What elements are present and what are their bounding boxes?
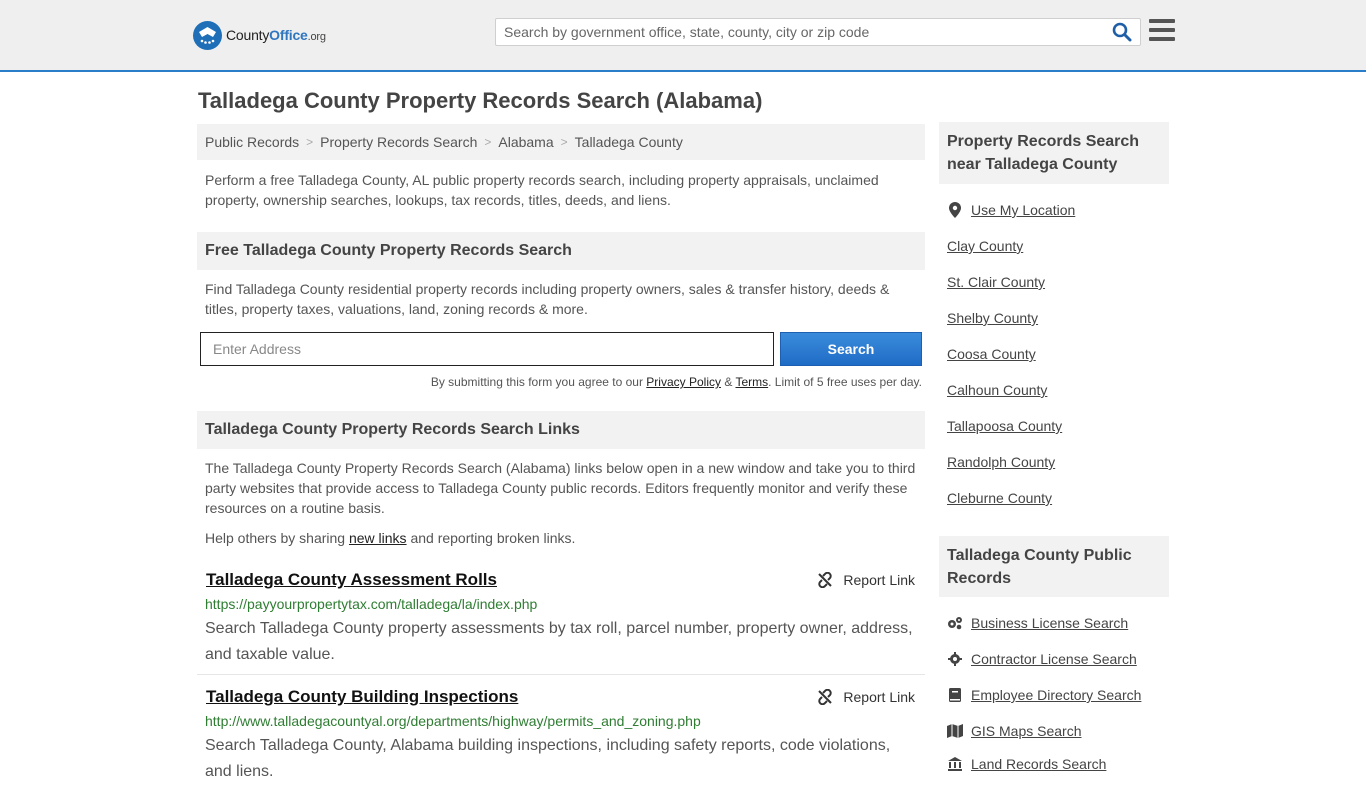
public-record-link[interactable]: Contractor License Search [971, 651, 1137, 667]
address-search-button[interactable]: Search [780, 332, 922, 366]
site-search [495, 18, 1141, 46]
nearby-county-item[interactable]: Tallapoosa County [947, 418, 1062, 434]
nearby-county-link[interactable]: Coosa County [947, 346, 1036, 362]
nearby-county-link[interactable]: Clay County [947, 238, 1023, 254]
nearby-county-item[interactable]: Calhoun County [947, 382, 1047, 398]
public-record-link[interactable]: Land Records Search [971, 756, 1106, 772]
broken-link-icon [818, 689, 833, 705]
nearby-county-item[interactable]: Coosa County [947, 346, 1036, 362]
public-record-link[interactable]: GIS Maps Search [971, 723, 1082, 739]
help-text-post: and reporting broken links. [410, 530, 576, 546]
divider [197, 674, 925, 675]
list-item: Talladega County Building Inspections Re… [197, 687, 925, 780]
map-icon [947, 723, 963, 739]
disclaimer-limit-text: . Limit of 5 free uses per day. [768, 375, 922, 389]
nearby-county-link[interactable]: Shelby County [947, 310, 1038, 326]
broken-link-icon [818, 572, 833, 588]
gears-icon [947, 615, 963, 631]
breadcrumb-separator: > [560, 135, 568, 149]
breadcrumb-separator: > [306, 135, 314, 149]
report-link-button[interactable]: Report Link [817, 572, 915, 588]
public-record-item[interactable]: GIS Maps Search [947, 723, 1082, 739]
breadcrumb-talladega-county[interactable]: Talladega County [575, 134, 683, 150]
site-search-input[interactable] [496, 19, 1096, 45]
public-record-item[interactable]: Land Records Search [947, 756, 1106, 772]
nearby-county-item[interactable]: Shelby County [947, 310, 1038, 326]
nearby-county-item[interactable]: St. Clair County [947, 274, 1045, 290]
list-item: Talladega County Assessment Rolls Report… [197, 570, 925, 674]
logo-seal-icon [193, 20, 222, 50]
new-links-link[interactable]: new links [349, 530, 407, 546]
nearby-county-item[interactable]: Randolph County [947, 454, 1055, 470]
links-section-description: The Talladega County Property Records Se… [205, 460, 916, 516]
help-text: Help others by sharing new links and rep… [205, 528, 917, 548]
site-logo[interactable]: CountyOffice.org [193, 20, 326, 50]
nearby-county-link[interactable]: Calhoun County [947, 382, 1047, 398]
public-record-item[interactable]: Business License Search [947, 615, 1128, 631]
report-link-button[interactable]: Report Link [817, 689, 915, 705]
nearby-county-item[interactable]: Cleburne County [947, 490, 1052, 506]
public-records-heading: Talladega County Public Records [939, 536, 1169, 597]
search-icon[interactable] [1112, 22, 1134, 44]
nearby-county-link[interactable]: Randolph County [947, 454, 1055, 470]
address-input[interactable] [200, 332, 774, 366]
privacy-policy-link[interactable]: Privacy Policy [646, 375, 721, 389]
use-location-item[interactable]: Use My Location [947, 202, 1075, 218]
intro-text: Perform a free Talladega County, AL publ… [205, 172, 879, 208]
nearby-county-link[interactable]: Cleburne County [947, 490, 1052, 506]
help-text-pre: Help others by sharing [205, 530, 346, 546]
free-search-heading: Free Talladega County Property Records S… [197, 232, 925, 270]
use-location-link[interactable]: Use My Location [971, 202, 1075, 218]
free-search-description: Find Talladega County residential proper… [205, 281, 890, 317]
form-disclaimer: By submitting this form you agree to our… [200, 375, 922, 389]
hamburger-menu-icon[interactable] [1149, 19, 1175, 43]
breadcrumb-public-records[interactable]: Public Records [205, 134, 299, 150]
map-marker-icon [947, 202, 963, 218]
link-url[interactable]: http://www.talladegacountyal.org/departm… [205, 713, 701, 729]
nearby-county-link[interactable]: St. Clair County [947, 274, 1045, 290]
top-header: CountyOffice.org [0, 0, 1366, 72]
link-title[interactable]: Talladega County Assessment Rolls [206, 570, 497, 590]
disclaimer-text: By submitting this form you agree to our [430, 375, 643, 389]
disclaimer-amp: & [724, 375, 733, 389]
page-title: Talladega County Property Records Search… [198, 88, 763, 113]
gear-icon [947, 651, 963, 667]
link-url[interactable]: https://payyourpropertytax.com/talladega… [205, 596, 537, 612]
nearby-county-link[interactable]: Tallapoosa County [947, 418, 1062, 434]
terms-link[interactable]: Terms [735, 375, 768, 389]
landmark-icon [947, 756, 963, 772]
nearby-county-item[interactable]: Clay County [947, 238, 1023, 254]
link-description: Search Talladega County property assessm… [205, 620, 913, 663]
public-record-link[interactable]: Business License Search [971, 615, 1128, 631]
report-link-label: Report Link [843, 572, 915, 588]
breadcrumb-alabama[interactable]: Alabama [498, 134, 553, 150]
nearby-heading: Property Records Search near Talladega C… [939, 122, 1169, 184]
breadcrumb-separator: > [484, 135, 492, 149]
book-icon [947, 687, 963, 703]
link-title[interactable]: Talladega County Building Inspections [206, 687, 518, 707]
public-record-item[interactable]: Contractor License Search [947, 651, 1137, 667]
report-link-label: Report Link [843, 689, 915, 705]
breadcrumb: Public Records > Property Records Search… [197, 124, 925, 160]
logo-text: CountyOffice.org [226, 27, 326, 43]
links-section-heading: Talladega County Property Records Search… [197, 411, 925, 449]
link-description: Search Talladega County, Alabama buildin… [205, 737, 891, 780]
public-record-link[interactable]: Employee Directory Search [971, 687, 1141, 703]
breadcrumb-property-records[interactable]: Property Records Search [320, 134, 477, 150]
public-record-item[interactable]: Employee Directory Search [947, 687, 1141, 703]
